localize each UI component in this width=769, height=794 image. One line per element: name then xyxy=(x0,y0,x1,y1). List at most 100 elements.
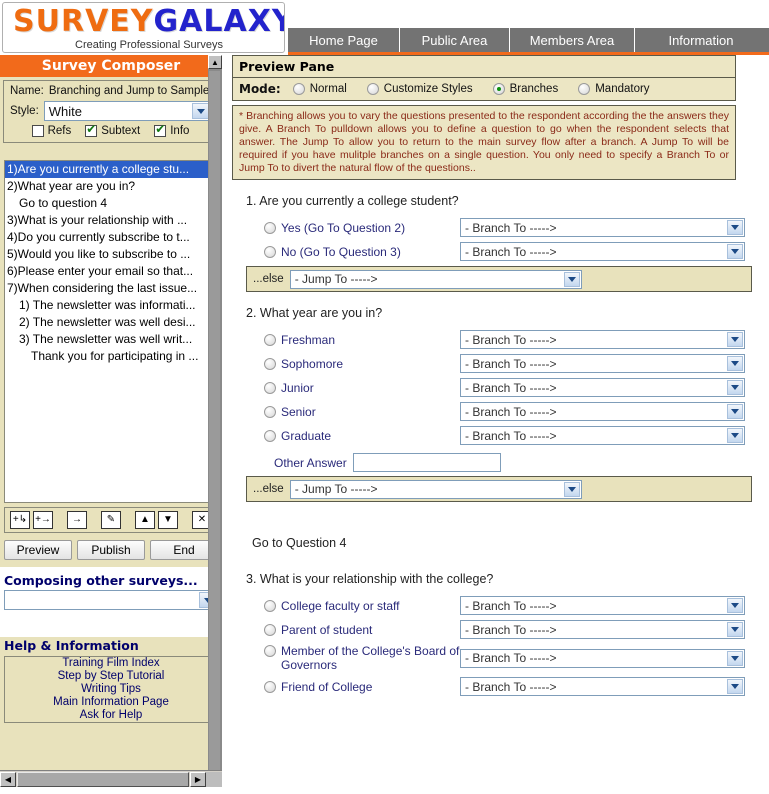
answer-option-senior[interactable]: Senior xyxy=(264,405,460,419)
radio-answer[interactable] xyxy=(264,221,276,234)
branch-to-select[interactable]: - Branch To -----> xyxy=(460,677,745,696)
list-item[interactable]: 2) The newsletter was well desi... xyxy=(5,314,217,331)
list-item[interactable]: 1) The newsletter was informati... xyxy=(5,297,217,314)
radio-customize-styles[interactable] xyxy=(366,83,379,95)
branch-to-select[interactable]: - Branch To -----> xyxy=(460,402,745,421)
radio-answer[interactable] xyxy=(264,245,276,258)
checkbox-subtext-box[interactable] xyxy=(85,123,98,137)
chevron-down-icon[interactable] xyxy=(727,220,743,235)
chevron-down-icon[interactable] xyxy=(727,428,743,443)
branch-to-select[interactable]: - Branch To -----> xyxy=(460,330,745,349)
chevron-down-icon[interactable] xyxy=(727,622,743,637)
chevron-down-icon[interactable] xyxy=(563,481,580,497)
move-down-icon[interactable]: ▼ xyxy=(158,511,178,529)
checkbox-info-box[interactable] xyxy=(154,123,167,137)
chevron-down-icon[interactable] xyxy=(727,650,743,666)
chevron-down-icon[interactable] xyxy=(192,103,209,119)
help-link-writing-tips[interactable]: Writing Tips xyxy=(81,683,141,696)
mode-option-customize-styles[interactable]: Customize Styles xyxy=(366,83,473,95)
chevron-down-icon[interactable] xyxy=(727,598,743,613)
horizontal-scrollbar-thumb[interactable] xyxy=(17,771,189,787)
branch-to-select[interactable]: - Branch To -----> xyxy=(460,242,745,261)
jump-to-select[interactable]: - Jump To -----> xyxy=(289,479,582,499)
help-link-main-information-page[interactable]: Main Information Page xyxy=(53,696,169,709)
list-item[interactable]: 6)Please enter your email so that... xyxy=(5,263,217,280)
nav-item-home-page[interactable]: Home Page xyxy=(288,28,400,52)
scroll-up-arrow-icon[interactable]: ▲ xyxy=(208,55,222,69)
publish-button[interactable]: Publish xyxy=(77,540,145,560)
branch-to-select[interactable]: - Branch To -----> xyxy=(460,218,745,237)
question-list[interactable]: 1)Are you currently a college stu... 2)W… xyxy=(4,160,218,503)
chevron-down-icon[interactable] xyxy=(727,332,743,347)
radio-answer[interactable] xyxy=(264,599,276,612)
chevron-down-icon[interactable] xyxy=(727,679,743,694)
radio-branches[interactable] xyxy=(492,83,505,95)
other-surveys-select[interactable] xyxy=(4,590,218,610)
branch-to-select[interactable]: - Branch To -----> xyxy=(460,354,745,373)
answer-option-junior[interactable]: Junior xyxy=(264,381,460,395)
radio-mandatory[interactable] xyxy=(578,83,591,95)
branch-to-select[interactable]: - Branch To -----> xyxy=(460,648,745,668)
list-item[interactable]: 5)Would you like to subscribe to ... xyxy=(5,246,217,263)
jump-to-select[interactable]: - Jump To -----> xyxy=(289,269,582,289)
list-item[interactable]: Go to question 4 xyxy=(5,195,217,212)
list-item[interactable]: 2)What year are you in? xyxy=(5,178,217,195)
branch-to-select[interactable]: - Branch To -----> xyxy=(460,620,745,639)
branch-to-select[interactable]: - Branch To -----> xyxy=(460,596,745,615)
radio-answer[interactable] xyxy=(264,381,276,394)
checkbox-refs-box[interactable] xyxy=(31,125,44,137)
radio-normal[interactable] xyxy=(292,83,305,95)
radio-answer[interactable] xyxy=(264,645,276,657)
chevron-down-icon[interactable] xyxy=(727,244,743,259)
help-link-training-film-index[interactable]: Training Film Index xyxy=(62,657,159,670)
list-item[interactable]: 7)When considering the last issue... xyxy=(5,280,217,297)
answer-option-college-faculty[interactable]: College faculty or staff xyxy=(264,599,460,613)
branch-to-select[interactable]: - Branch To -----> xyxy=(460,378,745,397)
help-link-step-by-step-tutorial[interactable]: Step by Step Tutorial xyxy=(58,670,165,683)
answer-option-graduate[interactable]: Graduate xyxy=(264,429,460,443)
vertical-scrollbar-thumb[interactable] xyxy=(209,71,220,771)
add-question-below-icon[interactable]: +↳ xyxy=(10,511,30,529)
mode-option-mandatory[interactable]: Mandatory xyxy=(578,83,650,95)
radio-answer[interactable] xyxy=(264,680,276,693)
answer-option-sophomore[interactable]: Sophomore xyxy=(264,357,460,371)
radio-answer[interactable] xyxy=(264,357,276,370)
edit-question-icon[interactable]: ✎ xyxy=(101,511,121,529)
mode-option-normal[interactable]: Normal xyxy=(292,83,347,95)
mode-option-branches[interactable]: Branches xyxy=(492,83,558,95)
sidebar-vertical-scrollbar[interactable]: ▲ xyxy=(208,55,222,771)
radio-answer[interactable] xyxy=(264,429,276,442)
style-select[interactable]: White xyxy=(43,101,211,121)
list-item[interactable]: Thank you for participating in ... xyxy=(5,348,217,365)
scroll-left-arrow-icon[interactable]: ◀ xyxy=(0,771,16,787)
answer-option-no[interactable]: No (Go To Question 3) xyxy=(264,245,460,259)
branch-to-select[interactable]: - Branch To -----> xyxy=(460,426,745,445)
scroll-right-arrow-icon[interactable]: ▶ xyxy=(190,771,206,787)
nav-item-public-area[interactable]: Public Area xyxy=(400,28,510,52)
sidebar-horizontal-scrollbar[interactable]: ◀ ▶ xyxy=(0,770,222,787)
radio-answer[interactable] xyxy=(264,333,276,346)
checkbox-info[interactable]: Info xyxy=(154,123,189,137)
nav-item-information[interactable]: Information xyxy=(635,28,767,52)
answer-option-board-of-governors[interactable]: Member of the College's Board of Governo… xyxy=(264,644,460,672)
list-item[interactable]: 4)Do you currently subscribe to t... xyxy=(5,229,217,246)
list-item[interactable]: 3)What is your relationship with ... xyxy=(5,212,217,229)
horizontal-scrollbar-track[interactable] xyxy=(206,771,222,787)
chevron-down-icon[interactable] xyxy=(727,404,743,419)
radio-answer[interactable] xyxy=(264,623,276,636)
move-up-icon[interactable]: ▲ xyxy=(135,511,155,529)
chevron-down-icon[interactable] xyxy=(563,271,580,287)
add-question-after-icon[interactable]: +→ xyxy=(33,511,53,529)
radio-answer[interactable] xyxy=(264,405,276,418)
list-item[interactable]: 3) The newsletter was well writ... xyxy=(5,331,217,348)
help-link-ask-for-help[interactable]: Ask for Help xyxy=(80,709,143,722)
list-item[interactable]: 1)Are you currently a college stu... xyxy=(5,161,217,178)
chevron-down-icon[interactable] xyxy=(727,356,743,371)
answer-option-friend-of-college[interactable]: Friend of College xyxy=(264,680,460,694)
answer-option-parent-of-student[interactable]: Parent of student xyxy=(264,623,460,637)
preview-button[interactable]: Preview xyxy=(4,540,72,560)
checkbox-subtext[interactable]: Subtext xyxy=(85,123,140,137)
nav-item-members-area[interactable]: Members Area xyxy=(510,28,635,52)
checkbox-refs[interactable]: Refs xyxy=(31,125,71,137)
other-answer-input[interactable] xyxy=(352,453,501,472)
